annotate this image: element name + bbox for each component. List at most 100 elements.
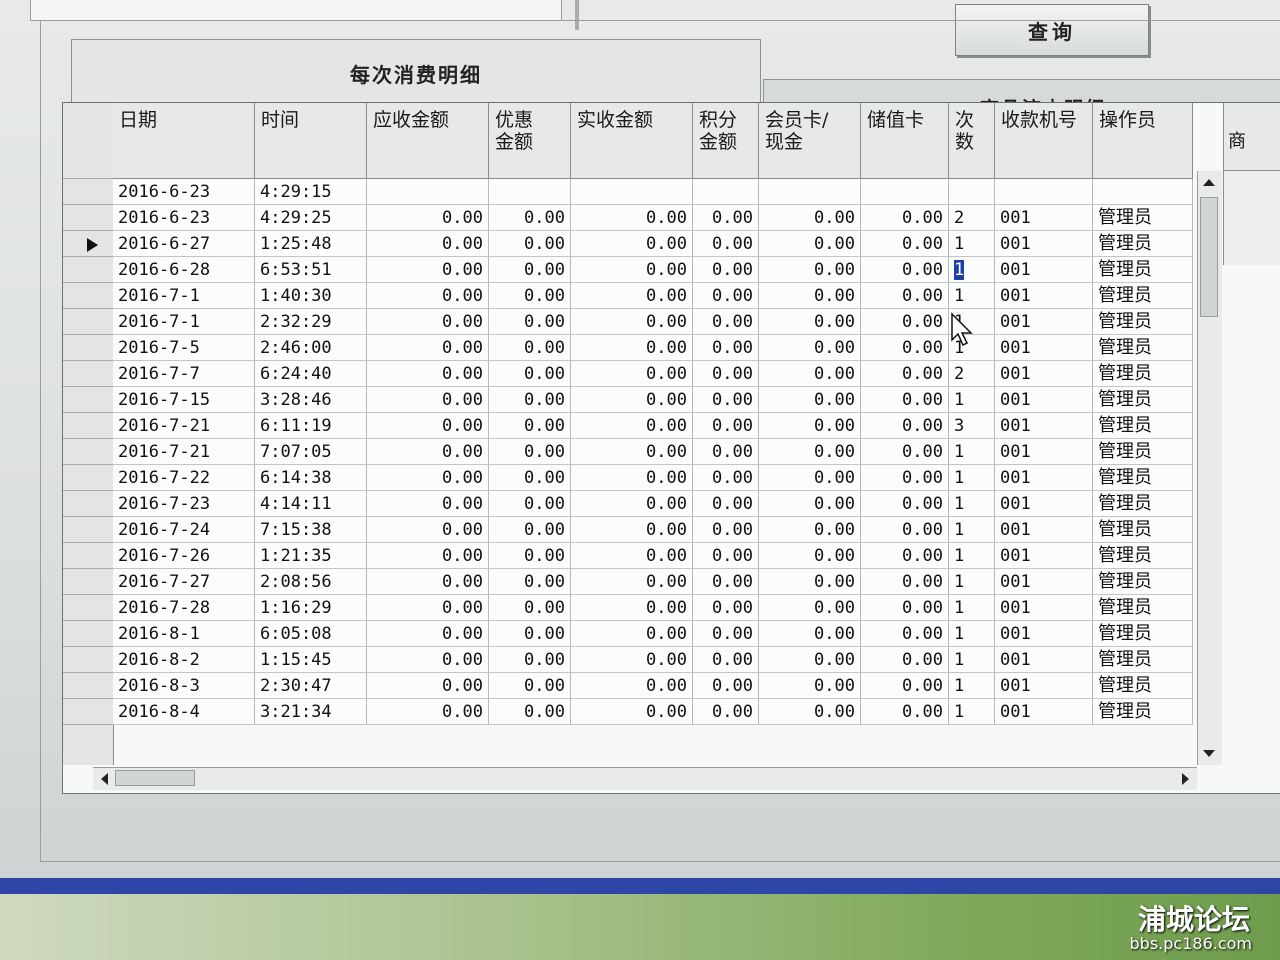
cell-discount[interactable]: 0.00 (489, 543, 571, 569)
cell-register-no[interactable]: 001 (995, 335, 1093, 361)
cell-points[interactable]: 0.00 (693, 257, 759, 283)
cell-received[interactable]: 0.00 (571, 361, 693, 387)
cell-register-no[interactable] (995, 179, 1093, 205)
cell-register-no[interactable]: 001 (995, 231, 1093, 257)
cell-count[interactable] (949, 179, 995, 205)
cell-date[interactable]: 2016-7-1 (113, 309, 255, 335)
cell-discount[interactable]: 0.00 (489, 465, 571, 491)
cell-register-no[interactable]: 001 (995, 413, 1093, 439)
cell-count[interactable]: 1 (949, 699, 995, 725)
cell-stored-value[interactable]: 0.00 (861, 257, 949, 283)
cell-date[interactable]: 2016-7-23 (113, 491, 255, 517)
cell-count[interactable]: 1 (949, 647, 995, 673)
cell-receivable[interactable]: 0.00 (367, 491, 489, 517)
cell-register-no[interactable]: 001 (995, 309, 1093, 335)
cell-register-no[interactable]: 001 (995, 595, 1093, 621)
cell-time[interactable]: 1:16:29 (255, 595, 367, 621)
cell-operator[interactable]: 管理员 (1093, 699, 1193, 725)
cell-stored-value[interactable]: 0.00 (861, 335, 949, 361)
cell-discount[interactable]: 0.00 (489, 673, 571, 699)
cell-operator[interactable]: 管理员 (1093, 569, 1193, 595)
cell-receivable[interactable]: 0.00 (367, 361, 489, 387)
top-input-field[interactable] (30, 0, 562, 21)
cell-member-cash[interactable]: 0.00 (759, 257, 861, 283)
cell-discount[interactable]: 0.00 (489, 231, 571, 257)
cell-receivable[interactable]: 0.00 (367, 465, 489, 491)
cell-date[interactable]: 2016-8-2 (113, 647, 255, 673)
cell-stored-value[interactable]: 0.00 (861, 673, 949, 699)
cell-points[interactable]: 0.00 (693, 413, 759, 439)
row-selector[interactable] (63, 257, 113, 283)
cell-received[interactable]: 0.00 (571, 543, 693, 569)
cell-count[interactable]: 1 (949, 517, 995, 543)
cell-register-no[interactable]: 001 (995, 569, 1093, 595)
cell-date[interactable]: 2016-8-3 (113, 673, 255, 699)
row-selector[interactable] (63, 387, 113, 413)
cell-count[interactable]: 2 (949, 361, 995, 387)
cell-operator[interactable]: 管理员 (1093, 517, 1193, 543)
cell-count[interactable]: 1 (949, 543, 995, 569)
cell-points[interactable]: 0.00 (693, 569, 759, 595)
row-selector[interactable] (63, 413, 113, 439)
cell-stored-value[interactable]: 0.00 (861, 517, 949, 543)
cell-discount[interactable]: 0.00 (489, 361, 571, 387)
cell-discount[interactable]: 0.00 (489, 335, 571, 361)
cell-date[interactable]: 2016-6-28 (113, 257, 255, 283)
cell-discount[interactable]: 0.00 (489, 387, 571, 413)
cell-received[interactable]: 0.00 (571, 231, 693, 257)
cell-register-no[interactable]: 001 (995, 673, 1093, 699)
cell-discount[interactable]: 0.00 (489, 413, 571, 439)
cell-received[interactable] (571, 179, 693, 205)
cell-member-cash[interactable]: 0.00 (759, 231, 861, 257)
cell-receivable[interactable]: 0.00 (367, 543, 489, 569)
cell-count[interactable]: 1 (949, 569, 995, 595)
cell-points[interactable]: 0.00 (693, 205, 759, 231)
column-header-register-no[interactable]: 收款机号 (995, 103, 1093, 179)
cell-member-cash[interactable]: 0.00 (759, 361, 861, 387)
cell-member-cash[interactable]: 0.00 (759, 205, 861, 231)
tab-consumption-details[interactable]: 每次消费明细 (71, 39, 761, 106)
cell-time[interactable]: 6:05:08 (255, 621, 367, 647)
row-selector[interactable] (63, 699, 113, 725)
cell-points[interactable]: 0.00 (693, 673, 759, 699)
cell-discount[interactable]: 0.00 (489, 569, 571, 595)
cell-register-no[interactable]: 001 (995, 621, 1093, 647)
cell-received[interactable]: 0.00 (571, 257, 693, 283)
row-selector[interactable] (63, 569, 113, 595)
cell-time[interactable]: 6:53:51 (255, 257, 367, 283)
cell-discount[interactable]: 0.00 (489, 699, 571, 725)
cell-register-no[interactable]: 001 (995, 283, 1093, 309)
cell-register-no[interactable]: 001 (995, 491, 1093, 517)
cell-count[interactable]: 1 (949, 673, 995, 699)
row-selector[interactable] (63, 179, 113, 205)
vertical-scrollbar[interactable] (1197, 171, 1222, 765)
cell-date[interactable]: 2016-7-1 (113, 283, 255, 309)
cell-received[interactable]: 0.00 (571, 673, 693, 699)
cell-count[interactable]: 1 (949, 231, 995, 257)
cell-member-cash[interactable]: 0.00 (759, 491, 861, 517)
column-header-discount[interactable]: 优惠 金额 (489, 103, 571, 179)
cell-operator[interactable]: 管理员 (1093, 309, 1193, 335)
cell-discount[interactable]: 0.00 (489, 595, 571, 621)
row-selector[interactable] (63, 673, 113, 699)
cell-time[interactable]: 1:15:45 (255, 647, 367, 673)
column-header-received[interactable]: 实收金额 (571, 103, 693, 179)
cell-received[interactable]: 0.00 (571, 647, 693, 673)
cell-discount[interactable]: 0.00 (489, 517, 571, 543)
cell-time[interactable]: 7:07:05 (255, 439, 367, 465)
cell-points[interactable]: 0.00 (693, 543, 759, 569)
cell-date[interactable]: 2016-7-21 (113, 413, 255, 439)
cell-member-cash[interactable]: 0.00 (759, 283, 861, 309)
column-header-receivable[interactable]: 应收金额 (367, 103, 489, 179)
cell-received[interactable]: 0.00 (571, 569, 693, 595)
cell-received[interactable]: 0.00 (571, 309, 693, 335)
row-selector[interactable] (63, 491, 113, 517)
cell-count[interactable]: 1 (949, 595, 995, 621)
cell-member-cash[interactable]: 0.00 (759, 569, 861, 595)
row-selector[interactable] (63, 361, 113, 387)
cell-operator[interactable]: 管理员 (1093, 491, 1193, 517)
cell-receivable[interactable]: 0.00 (367, 569, 489, 595)
cell-time[interactable]: 2:08:56 (255, 569, 367, 595)
column-header-points[interactable]: 积分 金额 (693, 103, 759, 179)
cell-operator[interactable]: 管理员 (1093, 621, 1193, 647)
